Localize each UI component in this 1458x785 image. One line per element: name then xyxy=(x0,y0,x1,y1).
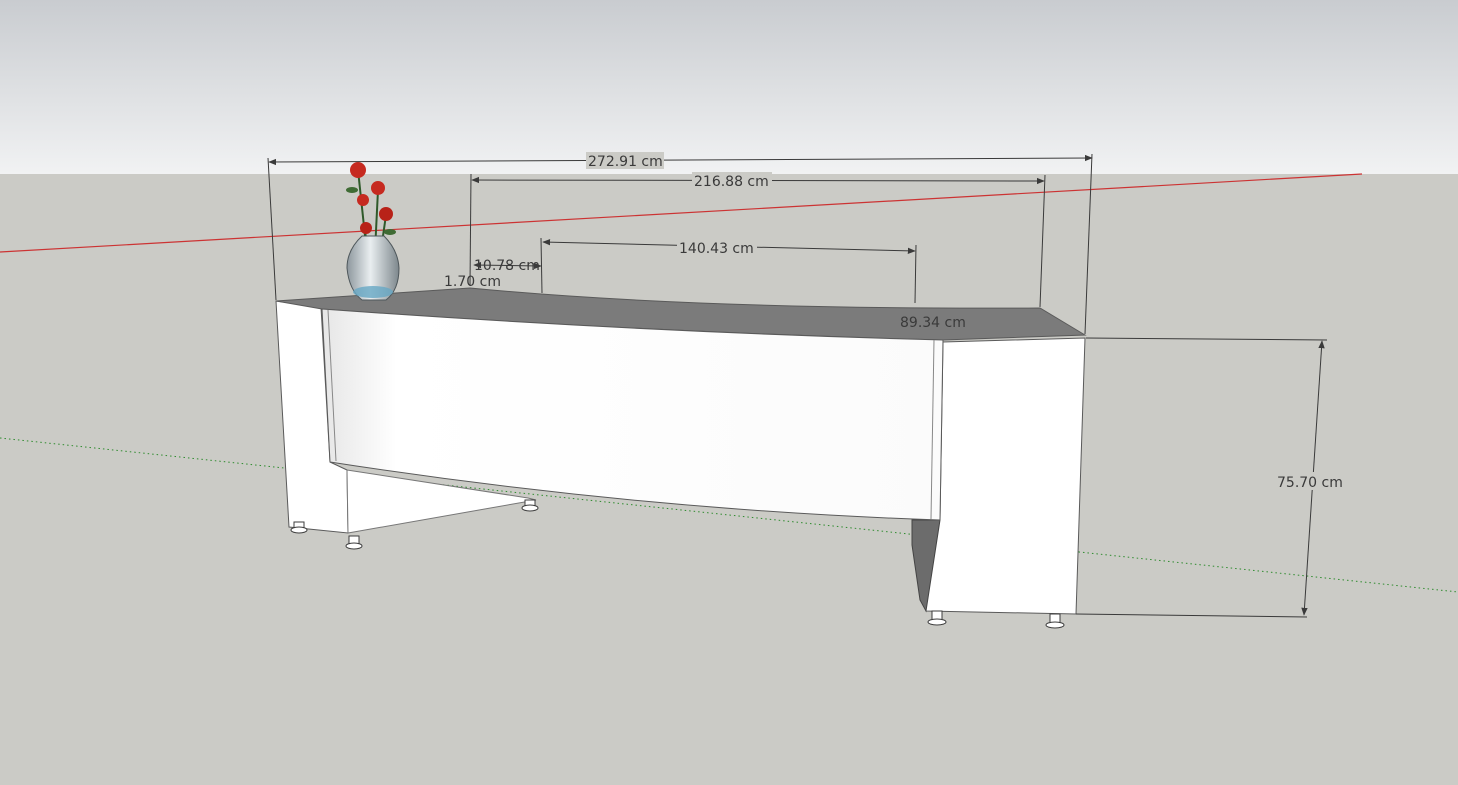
dim-height: 75.70 cm xyxy=(1277,475,1343,491)
dim-offset-b: 1.70 cm xyxy=(444,274,501,290)
dim-offset-a: 10.78 cm xyxy=(474,258,540,274)
model-canvas[interactable]: 272.91 cm 216.88 cm 140.43 cm 10.78 cm 1… xyxy=(0,0,1458,785)
dim-panel-width: 140.43 cm xyxy=(679,241,754,257)
vase-water xyxy=(353,286,393,298)
dim-depth: 89.34 cm xyxy=(900,315,966,331)
dim-inner-width: 216.88 cm xyxy=(694,174,769,190)
sky xyxy=(0,0,1458,174)
sketchup-viewport[interactable]: 272.91 cm 216.88 cm 140.43 cm 10.78 cm 1… xyxy=(0,0,1458,785)
dim-overall-width: 272.91 cm xyxy=(588,154,663,170)
